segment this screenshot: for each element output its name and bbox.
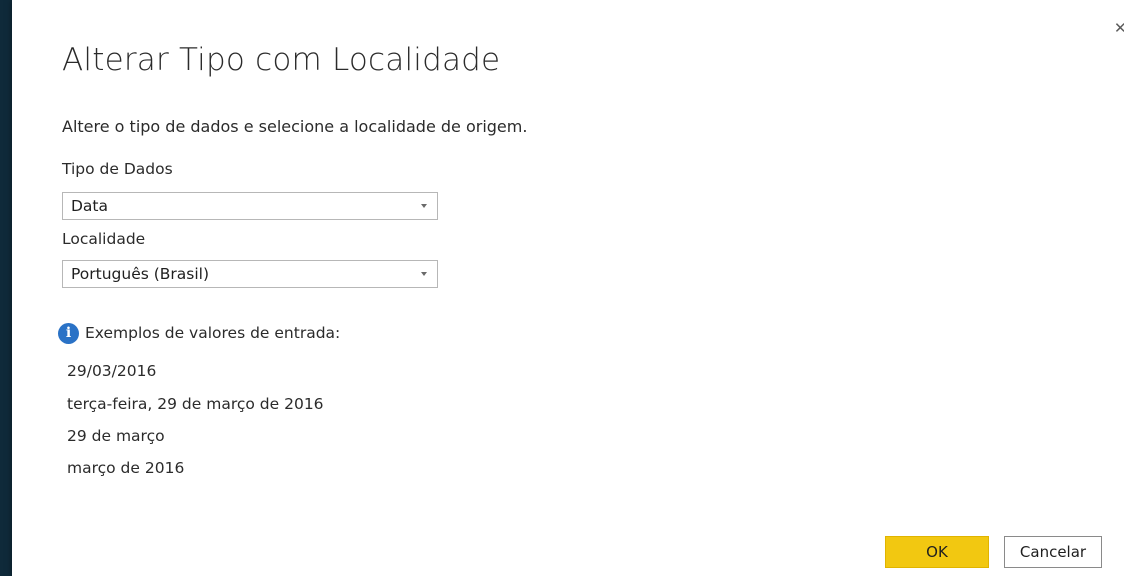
example-value: 29 de março xyxy=(67,427,165,445)
example-value: 29/03/2016 xyxy=(67,362,157,380)
locale-label: Localidade xyxy=(62,230,146,248)
cancel-button[interactable]: Cancelar xyxy=(1004,536,1102,568)
change-type-with-locale-dialog: ✕ Alterar Tipo com Localidade Altere o t… xyxy=(12,0,1124,576)
close-icon[interactable]: ✕ xyxy=(1114,20,1124,36)
data-type-dropdown[interactable]: Data xyxy=(62,192,438,220)
example-value: março de 2016 xyxy=(67,459,185,477)
dialog-title: Alterar Tipo com Localidade xyxy=(62,42,501,78)
examples-heading: Exemplos de valores de entrada: xyxy=(85,324,341,342)
chevron-down-icon xyxy=(421,204,427,208)
data-type-label: Tipo de Dados xyxy=(62,160,173,178)
dialog-subtitle: Altere o tipo de dados e selecione a loc… xyxy=(62,117,528,136)
chevron-down-icon xyxy=(421,272,427,276)
example-value: terça-feira, 29 de março de 2016 xyxy=(67,395,324,413)
data-type-selected-value: Data xyxy=(71,197,109,215)
examples-heading-row: i Exemplos de valores de entrada: xyxy=(58,322,340,344)
info-icon: i xyxy=(58,322,79,344)
ok-button[interactable]: OK xyxy=(885,536,989,568)
locale-dropdown[interactable]: Português (Brasil) xyxy=(62,260,438,288)
locale-selected-value: Português (Brasil) xyxy=(71,265,210,283)
